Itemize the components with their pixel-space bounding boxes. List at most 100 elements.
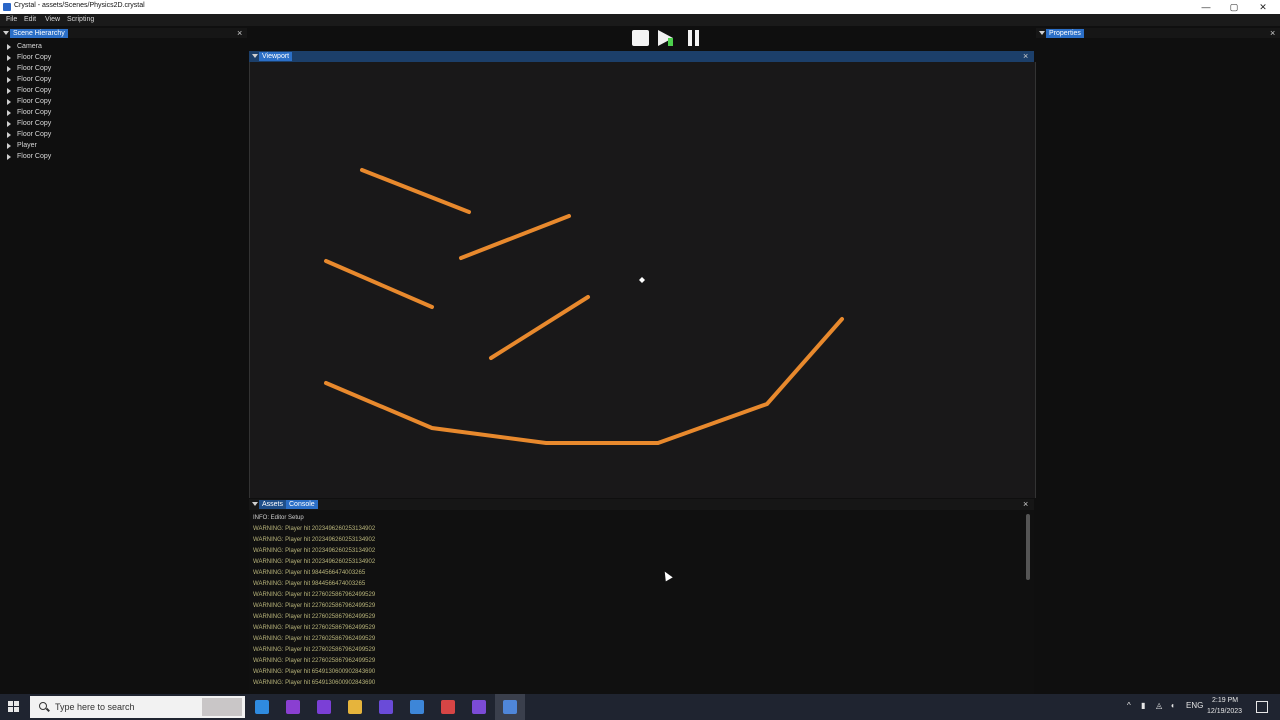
app-icon-6[interactable] bbox=[410, 700, 424, 714]
hierarchy-item-floor-copy[interactable]: Floor Copy bbox=[0, 64, 246, 75]
properties-header: Properties × bbox=[1036, 28, 1280, 38]
scene-hierarchy-header: Scene Hierarchy × bbox=[0, 28, 247, 38]
expand-arrow-icon[interactable] bbox=[7, 44, 11, 50]
taskbar-search-box[interactable]: Type here to search bbox=[30, 696, 245, 718]
console-scrollbar[interactable] bbox=[1026, 514, 1030, 580]
tray-chevron-icon[interactable]: ^ bbox=[1127, 701, 1131, 710]
microphone-icon[interactable]: ▮ bbox=[1141, 701, 1145, 710]
app-icon-8[interactable] bbox=[472, 700, 486, 714]
viewport-header: Viewport × bbox=[249, 51, 1034, 62]
search-icon bbox=[39, 702, 47, 710]
console-log-line: WARNING: Player hit 9844566474003265 bbox=[253, 581, 366, 587]
hierarchy-item-floor-copy[interactable]: Floor Copy bbox=[0, 53, 246, 64]
pause-icon[interactable] bbox=[686, 30, 700, 46]
floor-segment[interactable] bbox=[324, 259, 434, 309]
console-log-line: WARNING: Player hit 6549130600902843690 bbox=[253, 669, 376, 675]
app-icon-5[interactable] bbox=[379, 700, 393, 714]
app-icon-2[interactable] bbox=[286, 700, 300, 714]
minimize-button[interactable]: — bbox=[1194, 1, 1218, 13]
tab-scene-hierarchy[interactable]: Scene Hierarchy bbox=[10, 29, 68, 38]
expand-arrow-icon[interactable] bbox=[7, 143, 11, 149]
search-placeholder: Type here to search bbox=[55, 702, 135, 712]
visual-studio-icon[interactable] bbox=[317, 700, 331, 714]
language-indicator[interactable]: ENG bbox=[1186, 701, 1203, 710]
close-icon[interactable]: × bbox=[1270, 28, 1275, 38]
hierarchy-item-player[interactable]: Player bbox=[0, 141, 246, 152]
stop-icon[interactable] bbox=[632, 30, 649, 46]
menu-bar: File Edit View Scripting bbox=[0, 14, 1280, 26]
windows-taskbar: Type here to search ^ ▮ ◬ ◖ ENG bbox=[0, 694, 1280, 720]
collapse-icon[interactable] bbox=[3, 31, 9, 35]
console-log-line: WARNING: Player hit 2276025867962499529 bbox=[253, 603, 376, 609]
hierarchy-item-floor-copy[interactable]: Floor Copy bbox=[0, 119, 246, 130]
volume-icon[interactable]: ◖ bbox=[1170, 701, 1175, 710]
hierarchy-item-floor-copy[interactable]: Floor Copy bbox=[0, 75, 246, 86]
chrome-icon[interactable] bbox=[441, 700, 455, 714]
tab-properties[interactable]: Properties bbox=[1046, 29, 1084, 38]
play-active-indicator bbox=[668, 38, 673, 46]
maximize-button[interactable]: ▢ bbox=[1222, 1, 1246, 13]
expand-arrow-icon[interactable] bbox=[7, 110, 11, 116]
windows-start-icon[interactable] bbox=[8, 701, 20, 713]
tab-viewport[interactable]: Viewport bbox=[259, 52, 293, 61]
window-title: Crystal - assets/Scenes/Physics2D.crysta… bbox=[14, 2, 145, 9]
clock-time[interactable]: 2:19 PM bbox=[1212, 697, 1238, 704]
console-log-line: WARNING: Player hit 2023496260253134902 bbox=[253, 559, 376, 565]
expand-arrow-icon[interactable] bbox=[7, 154, 11, 160]
viewport-canvas[interactable] bbox=[250, 62, 1035, 498]
player-sprite[interactable] bbox=[639, 277, 645, 283]
expand-arrow-icon[interactable] bbox=[7, 55, 11, 61]
console-log-line: WARNING: Player hit 2276025867962499529 bbox=[253, 647, 376, 653]
notification-icon[interactable] bbox=[1256, 701, 1268, 713]
clock-date[interactable]: 12/19/2023 bbox=[1207, 708, 1242, 715]
close-icon[interactable]: × bbox=[237, 28, 242, 38]
menu-file[interactable]: File bbox=[6, 16, 17, 23]
console-log-line: INFO: Editor Setup bbox=[253, 515, 304, 521]
console-log[interactable]: INFO: Editor Setup WARNING: Player hit 20… bbox=[249, 510, 1034, 694]
scene-hierarchy-list: Camera Floor Copy Floor Copy Floor Copy … bbox=[0, 42, 246, 163]
console-log-line: WARNING: Player hit 9844566474003265 bbox=[253, 570, 366, 576]
expand-arrow-icon[interactable] bbox=[7, 132, 11, 138]
crystal-app-icon[interactable] bbox=[503, 700, 517, 714]
expand-arrow-icon[interactable] bbox=[7, 88, 11, 94]
tab-assets[interactable]: Assets bbox=[259, 500, 287, 509]
console-log-line: WARNING: Player hit 2276025867962499529 bbox=[253, 658, 376, 664]
close-icon[interactable]: × bbox=[1023, 51, 1028, 61]
hierarchy-item-floor-copy[interactable]: Floor Copy bbox=[0, 97, 246, 108]
hierarchy-item-camera[interactable]: Camera bbox=[0, 42, 246, 53]
console-log-line: WARNING: Player hit 2276025867962499529 bbox=[253, 625, 376, 631]
hierarchy-item-floor-copy[interactable]: Floor Copy bbox=[0, 108, 246, 119]
play-controls bbox=[632, 29, 702, 47]
hierarchy-item-floor-copy[interactable]: Floor Copy bbox=[0, 152, 246, 163]
floor-segment[interactable] bbox=[489, 295, 590, 360]
console-log-line: WARNING: Player hit 2023496260253134902 bbox=[253, 537, 376, 543]
scene-viewport[interactable] bbox=[249, 62, 1036, 498]
close-icon[interactable]: × bbox=[1023, 499, 1028, 509]
collapse-icon[interactable] bbox=[252, 502, 258, 506]
floor-segment[interactable] bbox=[459, 214, 571, 260]
collapse-icon[interactable] bbox=[1039, 31, 1045, 35]
close-window-button[interactable]: ✕ bbox=[1251, 1, 1275, 13]
window-title-bar: Crystal - assets/Scenes/Physics2D.crysta… bbox=[0, 0, 1280, 14]
file-explorer-icon[interactable] bbox=[348, 700, 362, 714]
expand-arrow-icon[interactable] bbox=[7, 77, 11, 83]
expand-arrow-icon[interactable] bbox=[7, 121, 11, 127]
console-log-line: WARNING: Player hit 6549130600902843690 bbox=[253, 680, 376, 686]
hierarchy-item-floor-copy[interactable]: Floor Copy bbox=[0, 86, 246, 97]
app-icon-1[interactable] bbox=[255, 700, 269, 714]
tab-console[interactable]: Console bbox=[286, 500, 318, 509]
floor-segment[interactable] bbox=[324, 317, 844, 445]
menu-view[interactable]: View bbox=[45, 16, 60, 23]
menu-scripting[interactable]: Scripting bbox=[67, 16, 94, 23]
floor-segment[interactable] bbox=[360, 168, 471, 214]
console-log-line: WARNING: Player hit 2276025867962499529 bbox=[253, 636, 376, 642]
hierarchy-item-floor-copy[interactable]: Floor Copy bbox=[0, 130, 246, 141]
console-log-line: WARNING: Player hit 2276025867962499529 bbox=[253, 614, 376, 620]
expand-arrow-icon[interactable] bbox=[7, 66, 11, 72]
expand-arrow-icon[interactable] bbox=[7, 99, 11, 105]
menu-edit[interactable]: Edit bbox=[24, 16, 36, 23]
collapse-icon[interactable] bbox=[252, 54, 258, 58]
console-log-line: WARNING: Player hit 2023496260253134902 bbox=[253, 548, 376, 554]
console-log-line: WARNING: Player hit 2276025867962499529 bbox=[253, 592, 376, 598]
wifi-icon[interactable]: ◬ bbox=[1156, 701, 1162, 710]
